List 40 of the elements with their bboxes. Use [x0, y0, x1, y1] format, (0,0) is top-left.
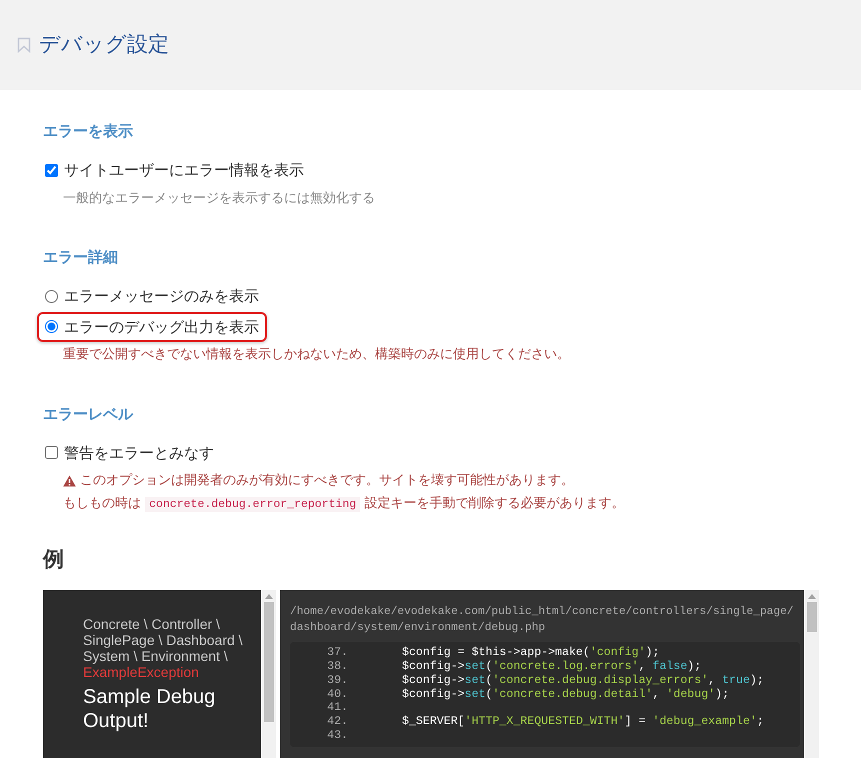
option-label[interactable]: エラーのデバッグ出力を表示 [64, 316, 259, 338]
radio-option[interactable]: エラーのデバッグ出力を表示 [37, 312, 267, 342]
scrollbar[interactable] [261, 590, 276, 758]
checkbox-option[interactable]: サイトユーザーにエラー情報を表示 [37, 155, 312, 186]
code-line: $_SERVER['HTTP_X_REQUESTED_WITH'] = 'debug_example'; [402, 715, 764, 729]
radio-button[interactable] [45, 320, 58, 334]
exception-class: ExampleException [83, 664, 200, 680]
code-line: $config->set('concrete.debug.display_errors', true); [402, 674, 764, 688]
line-number: 38. [326, 660, 349, 674]
line-number: 42. [326, 715, 349, 729]
example-heading: 例 [43, 547, 65, 572]
code-line: $config->set('concrete.log.errors', false); [402, 660, 702, 674]
help-text: 一般的なエラーメッセージを表示するには無効化する [63, 190, 376, 208]
exception-message: Sample Debug Output! [83, 685, 216, 734]
code-line: $config = $this->app->make('config'); [402, 646, 660, 660]
checkbox[interactable] [45, 164, 58, 177]
file-path: /home/evodekake/evodekake.com/public_html/concrete/controllers/single_page/dashboard/system/environment/debug.php [290, 604, 795, 636]
help-text: 重要で公開すべきでない情報を表示しかねないため、構築時のみに使用してください。 [63, 346, 571, 364]
warning-icon [63, 474, 76, 487]
section-heading: エラー詳細 [43, 248, 119, 266]
line-number: 39. [326, 674, 349, 688]
radio-option[interactable]: エラーメッセージのみを表示 [37, 281, 267, 312]
checkbox-option[interactable]: 警告をエラーとみなす [37, 438, 222, 468]
page-title: デバッグ設定 [39, 32, 169, 58]
warning-text: もしもの時は concrete.debug.error_reporting 設定キーを手動で削除する必要があります。 [63, 494, 626, 513]
radio-button[interactable] [45, 290, 58, 303]
line-number: 41. [326, 701, 349, 716]
option-label[interactable]: 警告をエラーとみなす [64, 442, 214, 464]
line-number: 43. [326, 728, 349, 743]
line-number: 40. [326, 688, 349, 702]
scrollbar[interactable] [804, 590, 819, 758]
checkbox[interactable] [45, 446, 58, 460]
line-number: 37. [326, 646, 349, 660]
section-heading: エラーレベル [43, 404, 134, 422]
option-label[interactable]: エラーメッセージのみを表示 [64, 285, 259, 308]
exception-namespace: Concrete \ Controller \ SinglePage \ Dashboard \ System \ Environment \ [83, 616, 244, 664]
section-heading: エラーを表示 [43, 122, 134, 140]
option-label[interactable]: サイトユーザーにエラー情報を表示 [64, 159, 304, 182]
warning-text: このオプションは開発者のみが有効にすべきです。サイトを壊す可能性があります。 [80, 472, 574, 490]
code-line: $config->set('concrete.debug.detail', 'debug'); [402, 688, 730, 702]
